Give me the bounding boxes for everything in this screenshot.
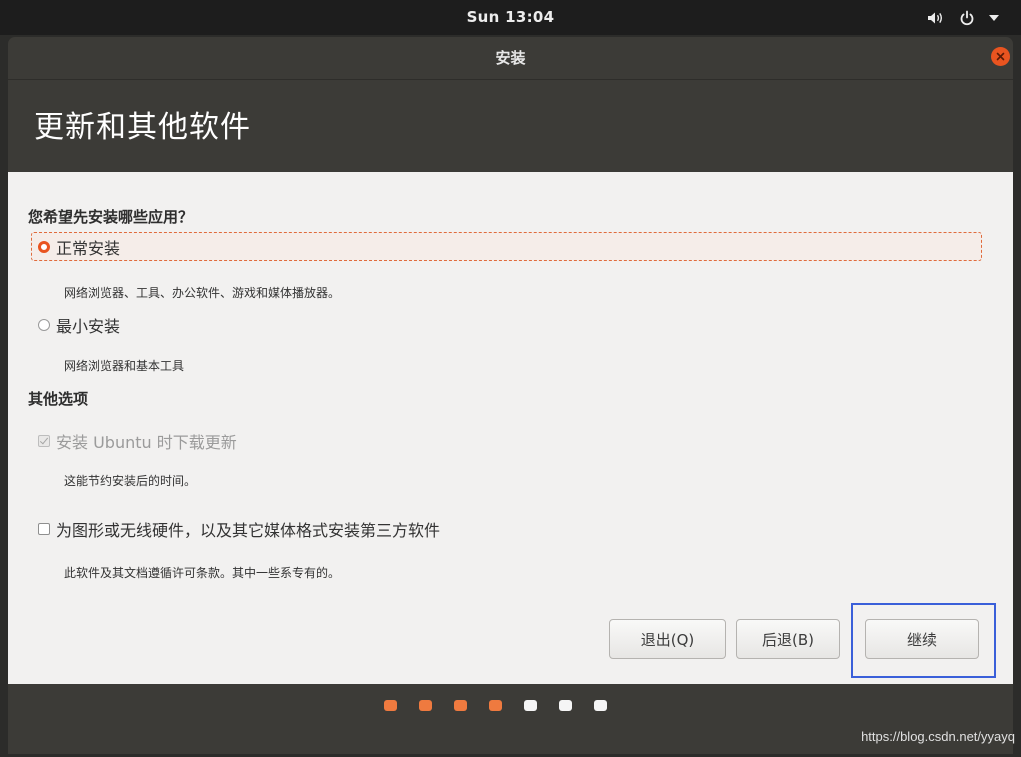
- normal-install-option[interactable]: 正常安装: [31, 232, 982, 261]
- third-party-option[interactable]: 为图形或无线硬件，以及其它媒体格式安装第三方软件: [32, 514, 981, 543]
- top-panel: Sun 13:04: [0, 0, 1021, 35]
- page-header: 更新和其他软件: [8, 80, 1013, 172]
- page-title: 更新和其他软件: [34, 110, 251, 145]
- third-party-label: 为图形或无线硬件，以及其它媒体格式安装第三方软件: [56, 520, 441, 540]
- download-updates-checkbox: [38, 434, 50, 447]
- chevron-down-icon[interactable]: [989, 14, 999, 21]
- close-icon: [996, 52, 1005, 61]
- progress-dot: [384, 700, 397, 711]
- installer-window: 安装 更新和其他软件 您希望先安装哪些应用？ 正常安装 网络浏览器、工具、办公软…: [8, 37, 1013, 754]
- power-icon[interactable]: [959, 10, 975, 26]
- continue-button[interactable]: 继续: [865, 619, 979, 659]
- download-updates-label: 安装 Ubuntu 时下载更新: [56, 432, 237, 452]
- normal-install-description: 网络浏览器、工具、办公软件、游戏和媒体播放器。: [64, 286, 341, 300]
- progress-dot: [559, 700, 572, 711]
- minimal-install-option[interactable]: 最小安装: [32, 310, 981, 339]
- apps-question-heading: 您希望先安装哪些应用？: [28, 208, 194, 226]
- minimal-install-radio[interactable]: [38, 318, 50, 331]
- clock[interactable]: Sun 13:04: [0, 0, 1021, 35]
- normal-install-radio[interactable]: [38, 240, 50, 253]
- back-button[interactable]: 后退(B): [736, 619, 840, 659]
- window-title: 安装: [495, 49, 526, 67]
- third-party-description: 此软件及其文档遵循许可条款。其中一些系专有的。: [64, 566, 341, 580]
- download-updates-option: 安装 Ubuntu 时下载更新: [32, 426, 981, 455]
- third-party-checkbox[interactable]: [38, 522, 50, 535]
- progress-dot: [524, 700, 537, 711]
- progress-dot: [454, 700, 467, 711]
- content-panel: 您希望先安装哪些应用？ 正常安装 网络浏览器、工具、办公软件、游戏和媒体播放器。…: [8, 172, 1013, 684]
- quit-button[interactable]: 退出(Q): [609, 619, 726, 659]
- progress-dot: [594, 700, 607, 711]
- volume-icon[interactable]: [927, 11, 945, 25]
- close-button[interactable]: [991, 47, 1010, 66]
- minimal-install-label: 最小安装: [56, 316, 121, 336]
- progress-dots: [384, 700, 607, 711]
- progress-dot: [419, 700, 432, 711]
- other-options-heading: 其他选项: [28, 390, 89, 408]
- progress-dot: [489, 700, 502, 711]
- watermark: https://blog.csdn.net/yyayq: [861, 729, 1015, 744]
- download-updates-description: 这能节约安装后的时间。: [64, 474, 197, 488]
- normal-install-label: 正常安装: [56, 238, 121, 258]
- window-titlebar[interactable]: 安装: [8, 37, 1013, 80]
- system-tray: [927, 0, 999, 35]
- minimal-install-description: 网络浏览器和基本工具: [64, 359, 185, 373]
